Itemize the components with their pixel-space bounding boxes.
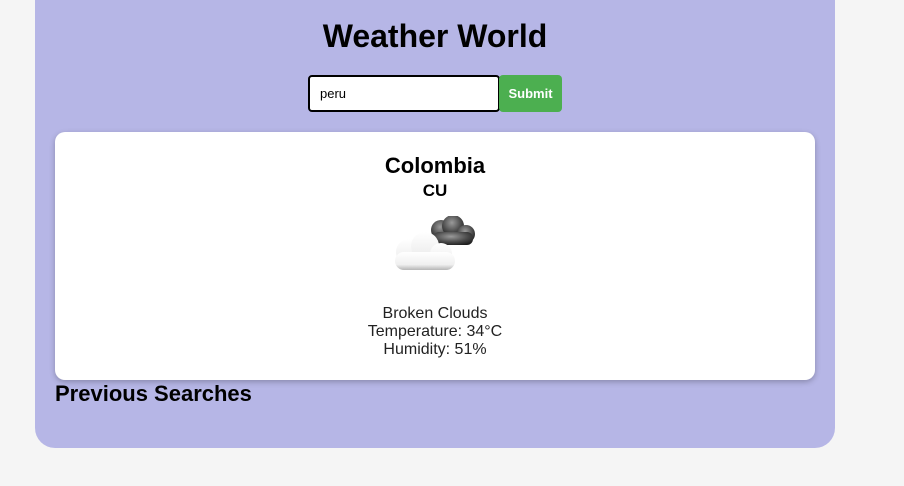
previous-searches-heading: Previous Searches: [55, 381, 252, 406]
broken-clouds-icon: [395, 216, 475, 270]
city-name: Colombia: [384, 153, 486, 178]
weather-description: Broken Clouds: [382, 305, 488, 322]
weather-card: Colombia CU Broken Clouds Temperature: 3…: [55, 132, 815, 380]
city-search-input[interactable]: [308, 75, 500, 112]
humidity-text: Humidity: 51%: [383, 341, 487, 358]
app-title: Weather World: [322, 18, 548, 54]
submit-button[interactable]: Submit: [499, 75, 562, 112]
country-code: CU: [422, 181, 448, 200]
temperature-text: Temperature: 34°C: [367, 323, 503, 340]
weather-app-panel: Weather World Submit Colombia CU: [35, 0, 835, 448]
weather-details: Broken Clouds Temperature: 34°C Humidity…: [55, 305, 815, 359]
search-form: Submit: [308, 75, 562, 112]
